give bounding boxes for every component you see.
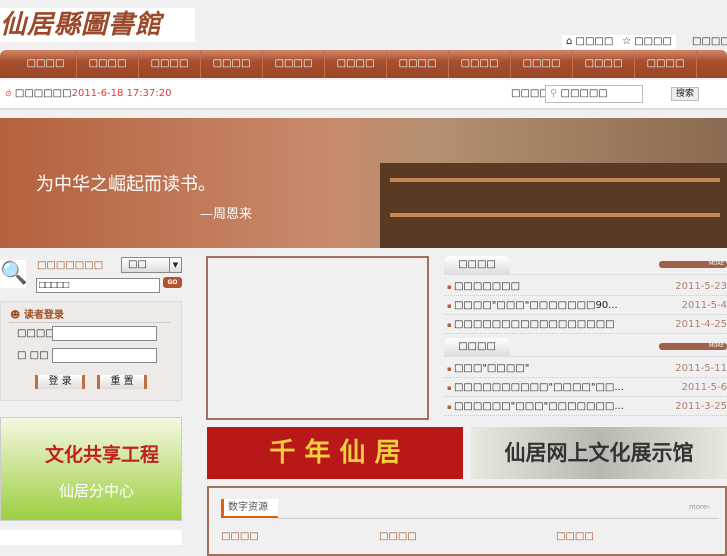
- news-item[interactable]: □□□□□□□ 2011-5-23: [444, 277, 727, 296]
- news-date: 2011-5-23: [675, 281, 727, 292]
- home-link[interactable]: ⌂ □□□□: [562, 35, 618, 49]
- nav-item[interactable]: □□□□: [139, 50, 201, 78]
- site-search-input[interactable]: ⚲ □□□□□: [545, 85, 643, 103]
- top-link-3[interactable]: □□□□: [688, 35, 727, 49]
- login-title-text: 读者登录: [23, 310, 64, 321]
- news-date: 2011-5-11: [675, 363, 727, 374]
- username-input[interactable]: [52, 326, 157, 341]
- search-value: □□□□□: [560, 88, 608, 99]
- news-title: □□□□"□□□"□□□□□□□90...: [447, 296, 618, 314]
- search-button[interactable]: 搜索: [671, 87, 699, 101]
- digital-col[interactable]: □□□□: [379, 531, 417, 542]
- login-panel: ☻ 读者登录 □□□□ □ □□ 登 录 重 置: [0, 301, 182, 401]
- nav-item[interactable]: □□□□: [15, 50, 77, 78]
- bullet-icon: ⊙: [5, 89, 12, 98]
- nav-item[interactable]: □□□□: [77, 50, 139, 78]
- nav-item[interactable]: □□□□: [511, 50, 573, 78]
- nav-item[interactable]: □□□□: [387, 50, 449, 78]
- culture-share-banner[interactable]: 文化共享工程 仙居分中心: [0, 417, 182, 521]
- news-item[interactable]: □□□□□□□□□□"□□□□"□□... 2011-5-6: [444, 378, 727, 397]
- favorite-link[interactable]: ☆ □□□□: [618, 35, 676, 49]
- digital-resources-tab[interactable]: 数字资源: [221, 499, 278, 518]
- news-tab[interactable]: □□□□: [444, 256, 510, 274]
- site-logo[interactable]: 仙居縣圖書館: [0, 8, 195, 42]
- nav-item[interactable]: □□□□: [263, 50, 325, 78]
- promo-title: 文化共享工程: [45, 444, 160, 466]
- nav-item[interactable]: □□□□: [573, 50, 635, 78]
- digital-col[interactable]: □□□□: [221, 531, 259, 542]
- news-item[interactable]: □□□□□□"□□□"□□□□□□□... 2011-3-25: [444, 397, 727, 416]
- magnifier-icon: 🔍: [0, 260, 28, 288]
- more-button[interactable]: MORE: [659, 343, 727, 350]
- date-display: ⊙ □□□□□□2011-6-18 17:37:20: [5, 88, 171, 99]
- news-date: 2011-5-4: [681, 300, 727, 311]
- ad-culture-hall[interactable]: 仙居网上文化展示馆: [471, 427, 727, 479]
- login-button[interactable]: 登 录: [35, 375, 85, 389]
- password-label: □ □□: [17, 350, 49, 361]
- select-value: □□: [128, 259, 147, 270]
- more-button[interactable]: MORE: [659, 261, 727, 268]
- image-slideshow[interactable]: [206, 256, 429, 420]
- news-title: □□□□□□□□□□□□□□□□□: [447, 315, 615, 333]
- datetime: 2011-6-18 17:37:20: [71, 88, 172, 99]
- favorite-label: □□□□: [634, 36, 672, 47]
- banner-author: —周恩来: [200, 207, 253, 222]
- news-section-2: □□□□ MORE □□□"□□□□" 2011-5-11 □□□□□□□□□□"…: [444, 338, 727, 416]
- go-button[interactable]: GO: [163, 277, 182, 288]
- news-date: 2011-5-6: [681, 382, 727, 393]
- home-label: □□□□: [575, 36, 614, 47]
- news-tab[interactable]: □□□□: [444, 338, 510, 356]
- nav-item[interactable]: □□□□: [325, 50, 387, 78]
- date-label: □□□□□□: [14, 88, 72, 99]
- chevron-down-icon: ▼: [169, 258, 181, 272]
- nav-item[interactable]: □□□□: [449, 50, 511, 78]
- nav-item[interactable]: □□□□: [201, 50, 263, 78]
- catalog-search-title: □□□□□□□: [37, 260, 104, 271]
- news-item[interactable]: □□□"□□□□" 2011-5-11: [444, 359, 727, 378]
- hero-banner: 为中华之崛起而读书。 —周恩来: [0, 118, 727, 248]
- main-nav: □□□□ □□□□ □□□□ □□□□ □□□□ □□□□ □□□□ □□□□ □□□□ □□□□…: [0, 50, 727, 78]
- reset-button[interactable]: 重 置: [97, 375, 147, 389]
- news-title: □□□□□□□□□□"□□□□"□□...: [447, 378, 624, 396]
- search-type-select[interactable]: □□ ▼: [121, 257, 182, 273]
- lower-banner[interactable]: [0, 530, 182, 545]
- catalog-search-input[interactable]: [36, 278, 160, 293]
- promo-subtitle: 仙居分中心: [59, 482, 135, 500]
- news-title: □□□□□□□: [447, 277, 520, 295]
- news-title: □□□"□□□□": [447, 359, 529, 377]
- news-date: 2011-4-25: [675, 319, 727, 330]
- nav-item[interactable]: □□□□: [635, 50, 697, 78]
- digital-col[interactable]: □□□□: [556, 531, 594, 542]
- banner-quote: 为中华之崛起而读书。: [36, 174, 216, 195]
- news-item[interactable]: □□□□"□□□"□□□□□□□90... 2011-5-4: [444, 296, 727, 315]
- login-title: ☻ 读者登录: [10, 310, 64, 321]
- info-bar: ⊙ □□□□□□2011-6-18 17:37:20 □□□□□ ⚲ □□□□□…: [0, 80, 727, 110]
- news-title: □□□□□□"□□□"□□□□□□□...: [447, 397, 624, 415]
- digital-resources-panel: 数字资源 more› □□□□ □□□□ □□□□: [207, 486, 727, 556]
- news-item[interactable]: □□□□□□□□□□□□□□□□□ 2011-4-25: [444, 315, 727, 334]
- more-link[interactable]: more›: [689, 503, 710, 511]
- username-label: □□□□: [17, 328, 55, 339]
- password-input[interactable]: [52, 348, 157, 363]
- search-icon: ⚲: [550, 88, 558, 99]
- news-section-1: □□□□ MORE □□□□□□□ 2011-5-23 □□□□"□□□"□□□□…: [444, 256, 727, 334]
- ad-qiannian-xianju[interactable]: 千 年 仙 居: [207, 427, 463, 479]
- news-date: 2011-3-25: [675, 401, 727, 412]
